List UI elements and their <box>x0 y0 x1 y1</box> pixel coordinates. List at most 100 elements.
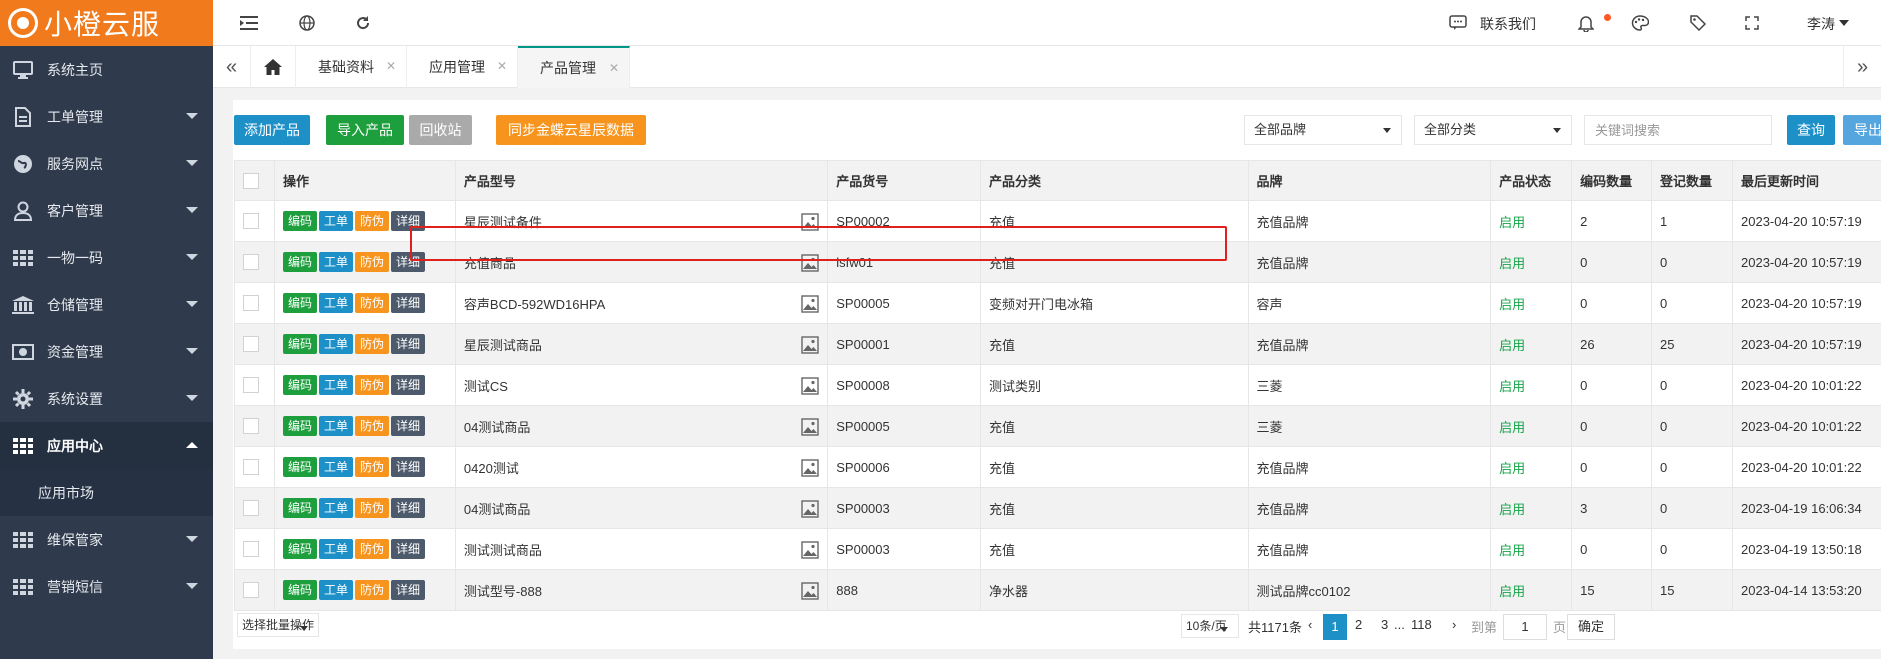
sidebar-item-service-points[interactable]: 服务网点 <box>0 140 213 187</box>
row-checkbox-cell[interactable] <box>234 200 275 242</box>
globe-icon[interactable] <box>296 12 318 34</box>
anticounterfeit-button[interactable]: 防伪 <box>355 416 390 436</box>
detail-button[interactable]: 详细 <box>391 498 426 518</box>
confirm-page-button[interactable]: 确定 <box>1567 614 1615 640</box>
detail-button[interactable]: 详细 <box>391 580 426 600</box>
row-checkbox-cell[interactable] <box>234 282 275 324</box>
sidebar-item-customers[interactable]: 客户管理 <box>0 187 213 234</box>
goto-page-input[interactable]: 1 <box>1503 614 1547 640</box>
workorder-button[interactable]: 工单 <box>318 580 353 600</box>
contact-us-link[interactable]: 联系我们 <box>1480 14 1536 34</box>
tag-icon[interactable] <box>1687 12 1709 34</box>
sidebar-item-onecode[interactable]: 一物一码 <box>0 234 213 281</box>
recycle-bin-button[interactable]: 回收站 <box>409 115 472 145</box>
anticounterfeit-button[interactable]: 防伪 <box>355 457 390 477</box>
code-button[interactable]: 编码 <box>282 375 317 395</box>
row-checkbox-cell[interactable] <box>234 405 275 447</box>
sidebar-subitem-app-market[interactable]: 应用市场 <box>0 469 213 516</box>
next-page-icon[interactable]: › <box>1452 617 1456 632</box>
anticounterfeit-button[interactable]: 防伪 <box>355 293 390 313</box>
image-icon[interactable] <box>801 376 819 395</box>
row-checkbox-cell[interactable] <box>234 487 275 529</box>
chat-icon[interactable] <box>1447 12 1469 34</box>
row-checkbox[interactable] <box>243 295 259 312</box>
page-button-last[interactable]: 118 <box>1411 617 1432 632</box>
row-checkbox-cell[interactable] <box>234 446 275 488</box>
code-button[interactable]: 编码 <box>282 416 317 436</box>
workorder-button[interactable]: 工单 <box>318 334 353 354</box>
category-select[interactable]: 全部分类 <box>1414 115 1572 145</box>
anticounterfeit-button[interactable]: 防伪 <box>355 498 390 518</box>
query-button[interactable]: 查询 <box>1787 115 1835 145</box>
anticounterfeit-button[interactable]: 防伪 <box>355 252 390 272</box>
menu-toggle-icon[interactable] <box>238 12 260 34</box>
detail-button[interactable]: 详细 <box>391 375 426 395</box>
image-icon[interactable] <box>801 294 819 313</box>
row-checkbox[interactable] <box>243 336 259 353</box>
row-checkbox-cell[interactable] <box>234 241 275 283</box>
row-checkbox[interactable] <box>243 541 259 558</box>
fullscreen-icon[interactable] <box>1741 12 1763 34</box>
code-button[interactable]: 编码 <box>282 211 317 231</box>
page-button-3[interactable]: 3 <box>1381 617 1388 632</box>
chevron-down-icon[interactable] <box>1839 20 1849 26</box>
bell-icon[interactable] <box>1575 12 1597 34</box>
sidebar-item-workorder[interactable]: 工单管理 <box>0 93 213 140</box>
tab-app-management[interactable]: 应用管理 ✕ <box>407 46 518 88</box>
code-button[interactable]: 编码 <box>282 580 317 600</box>
code-button[interactable]: 编码 <box>282 539 317 559</box>
row-checkbox[interactable] <box>243 213 259 230</box>
image-icon[interactable] <box>801 458 819 477</box>
brand-logo[interactable]: 小橙云服 <box>0 0 213 46</box>
detail-button[interactable]: 详细 <box>391 293 426 313</box>
keyword-search-input[interactable] <box>1584 115 1772 145</box>
anticounterfeit-button[interactable]: 防伪 <box>355 580 390 600</box>
detail-button[interactable]: 详细 <box>391 334 426 354</box>
import-product-button[interactable]: 导入产品 <box>326 115 404 145</box>
row-checkbox[interactable] <box>243 500 259 517</box>
image-icon[interactable] <box>801 417 819 436</box>
workorder-button[interactable]: 工单 <box>318 498 353 518</box>
palette-icon[interactable] <box>1629 12 1651 34</box>
prev-page-icon[interactable]: ‹ <box>1308 617 1312 632</box>
detail-button[interactable]: 详细 <box>391 416 426 436</box>
sync-kingdee-button[interactable]: 同步金蝶云星辰数据 <box>496 115 646 145</box>
anticounterfeit-button[interactable]: 防伪 <box>355 539 390 559</box>
sidebar-item-sms[interactable]: 营销短信 <box>0 563 213 610</box>
refresh-icon[interactable] <box>352 12 374 34</box>
page-button-1[interactable]: 1 <box>1323 614 1347 640</box>
row-checkbox-cell[interactable] <box>234 364 275 406</box>
sidebar-item-settings[interactable]: 系统设置 <box>0 375 213 422</box>
home-icon[interactable] <box>251 46 296 88</box>
row-checkbox[interactable] <box>243 582 259 599</box>
workorder-button[interactable]: 工单 <box>318 539 353 559</box>
page-button-2[interactable]: 2 <box>1355 617 1362 632</box>
anticounterfeit-button[interactable]: 防伪 <box>355 375 390 395</box>
sidebar-item-app-center[interactable]: 应用中心 <box>0 422 213 469</box>
tab-scroll-left-icon[interactable]: « <box>213 46 251 88</box>
workorder-button[interactable]: 工单 <box>318 293 353 313</box>
workorder-button[interactable]: 工单 <box>318 375 353 395</box>
select-all-checkbox[interactable] <box>243 172 259 189</box>
code-button[interactable]: 编码 <box>282 498 317 518</box>
export-button[interactable]: 导出 <box>1843 115 1881 145</box>
workorder-button[interactable]: 工单 <box>318 211 353 231</box>
row-checkbox[interactable] <box>243 459 259 476</box>
page-size-select[interactable]: 10条/页 <box>1181 614 1239 638</box>
image-icon[interactable] <box>801 540 819 559</box>
brand-select[interactable]: 全部品牌 <box>1244 115 1402 145</box>
anticounterfeit-button[interactable]: 防伪 <box>355 211 390 231</box>
close-icon[interactable]: ✕ <box>386 59 396 73</box>
sidebar-item-finance[interactable]: 资金管理 <box>0 328 213 375</box>
workorder-button[interactable]: 工单 <box>318 252 353 272</box>
tab-product-management[interactable]: 产品管理 ✕ <box>518 46 630 88</box>
code-button[interactable]: 编码 <box>282 252 317 272</box>
row-checkbox-cell[interactable] <box>234 528 275 570</box>
row-checkbox-cell[interactable] <box>234 323 275 365</box>
row-checkbox[interactable] <box>243 254 259 271</box>
code-button[interactable]: 编码 <box>282 334 317 354</box>
sidebar-item-warehouse[interactable]: 仓储管理 <box>0 281 213 328</box>
sidebar-item-home[interactable]: 系统主页 <box>0 46 213 93</box>
close-icon[interactable]: ✕ <box>497 59 507 73</box>
tab-basic-data[interactable]: 基础资料 ✕ <box>296 46 407 88</box>
